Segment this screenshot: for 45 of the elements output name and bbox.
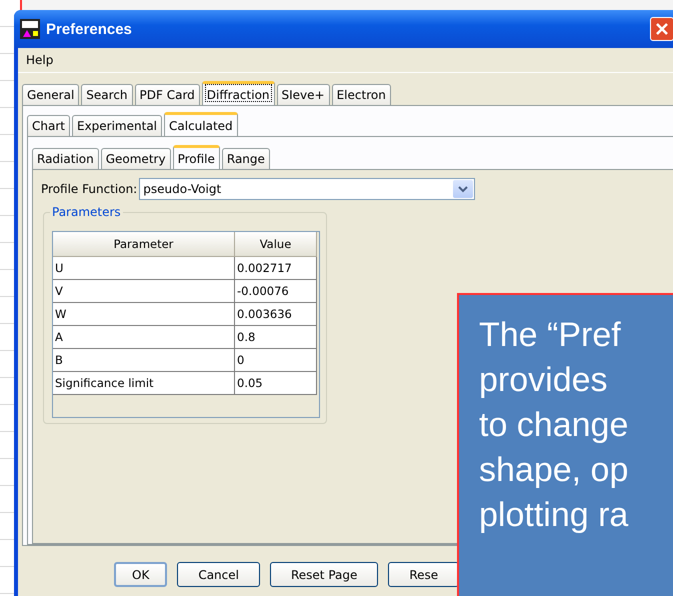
tab[interactable]: Experimental: [72, 115, 162, 136]
window-title: Preferences: [46, 20, 132, 38]
tab[interactable]: Search: [81, 84, 133, 105]
dialog-button[interactable]: Reset Page: [270, 562, 378, 587]
table-cell[interactable]: 0.002717: [235, 257, 317, 280]
callout-text: The “Pref: [479, 315, 622, 356]
tab[interactable]: Electron: [332, 84, 391, 105]
table-cell[interactable]: Significance limit: [53, 372, 235, 395]
field-label: Profile Function:: [41, 182, 138, 196]
table-cell[interactable]: -0.00076: [235, 280, 317, 303]
callout-text: to change: [479, 405, 630, 446]
table-cell[interactable]: 0.8: [235, 326, 317, 349]
chevron-down-icon: [458, 186, 468, 192]
callout-text: provides: [479, 360, 609, 401]
column-header[interactable]: Parameter: [53, 232, 235, 257]
tab[interactable]: Radiation: [32, 148, 99, 169]
table-cell[interactable]: U: [53, 257, 235, 280]
tab[interactable]: Range: [222, 148, 270, 169]
tab[interactable]: PDF Card: [134, 84, 200, 105]
callout-text: shape, op: [479, 450, 630, 491]
close-icon: [655, 22, 669, 36]
app-icon: [20, 19, 40, 39]
tab[interactable]: Calculated: [164, 112, 238, 136]
tab[interactable]: Geometry: [100, 148, 171, 169]
close-button[interactable]: [650, 17, 673, 41]
dialog-button[interactable]: OK: [114, 562, 168, 587]
table-cell[interactable]: A: [53, 326, 235, 349]
tab[interactable]: General: [22, 84, 80, 105]
tab[interactable]: Profile: [172, 145, 220, 169]
profile-function-dropdown[interactable]: pseudo-Voigt: [139, 178, 476, 200]
column-header[interactable]: Value: [235, 232, 317, 257]
table-cell[interactable]: B: [53, 349, 235, 372]
group-title: Parameters: [50, 205, 123, 219]
table-cell[interactable]: 0.05: [235, 372, 317, 395]
dialog-button[interactable]: Cancel: [177, 562, 260, 587]
callout-text: plotting ra: [479, 495, 630, 536]
table-cell[interactable]: W: [53, 303, 235, 326]
table-cell[interactable]: 0: [235, 349, 317, 372]
tab[interactable]: Chart: [27, 115, 70, 136]
dialog-button[interactable]: Rese: [388, 562, 460, 587]
table-cell[interactable]: V: [53, 280, 235, 303]
tab[interactable]: Diffraction: [202, 81, 275, 105]
menu-item[interactable]: Help: [26, 53, 54, 67]
table-cell[interactable]: 0.003636: [235, 303, 317, 326]
tab[interactable]: SIeve+: [276, 84, 330, 105]
